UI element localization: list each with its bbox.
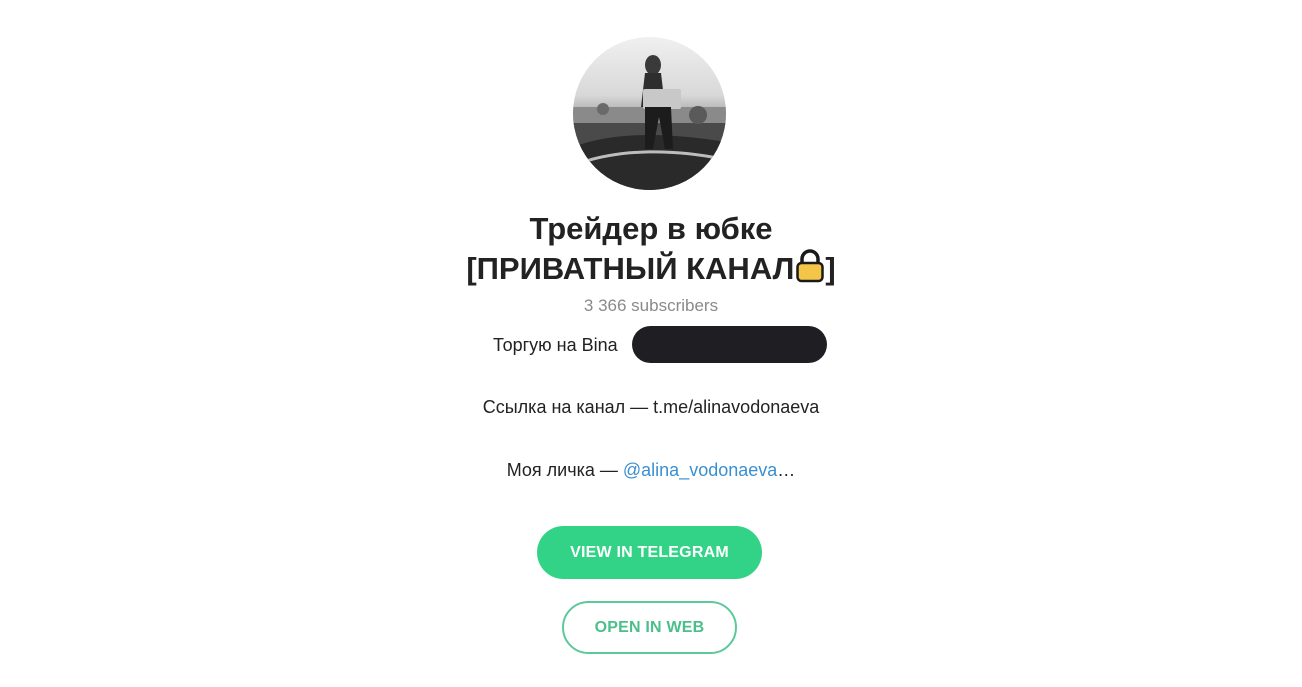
description-line3: Моя личка — @alina_vodonaeva… — [351, 458, 951, 482]
description-line2: Ссылка на канал — t.me/alinavodonaeva — [482, 397, 820, 417]
description-line3-ellipsis: … — [777, 460, 796, 480]
subscriber-count: 3 366 subscribers — [583, 296, 719, 315]
description-line3-prefix: Моя личка — — [506, 460, 623, 480]
description-line1: Торгую на Bina — [493, 335, 618, 355]
channel-avatar — [573, 37, 726, 190]
channel-title-line2: [ПРИВАТНЫЙ КАНАЛ ] — [351, 249, 951, 293]
channel-title-line2-text: [ПРИВАТНЫЙ КАНАЛ — [466, 251, 795, 286]
lock-icon — [795, 249, 825, 293]
channel-preview-page: Трейдер в юбке [ПРИВАТНЫЙ КАНАЛ ] 3 366 … — [0, 0, 1302, 687]
redaction-bar — [632, 326, 827, 363]
view-in-telegram-button[interactable]: VIEW IN TELEGRAM — [537, 526, 762, 579]
channel-title: Трейдер в юбке [ПРИВАТНЫЙ КАНАЛ ] — [351, 209, 951, 293]
avatar-photo — [573, 55, 726, 190]
channel-title-close-bracket: ] — [825, 251, 836, 286]
open-in-web-button[interactable]: OPEN IN WEB — [562, 601, 737, 654]
channel-title-line1: Трейдер в юбке — [529, 211, 773, 246]
mention-link[interactable]: @alina_vodonaeva — [623, 460, 777, 480]
